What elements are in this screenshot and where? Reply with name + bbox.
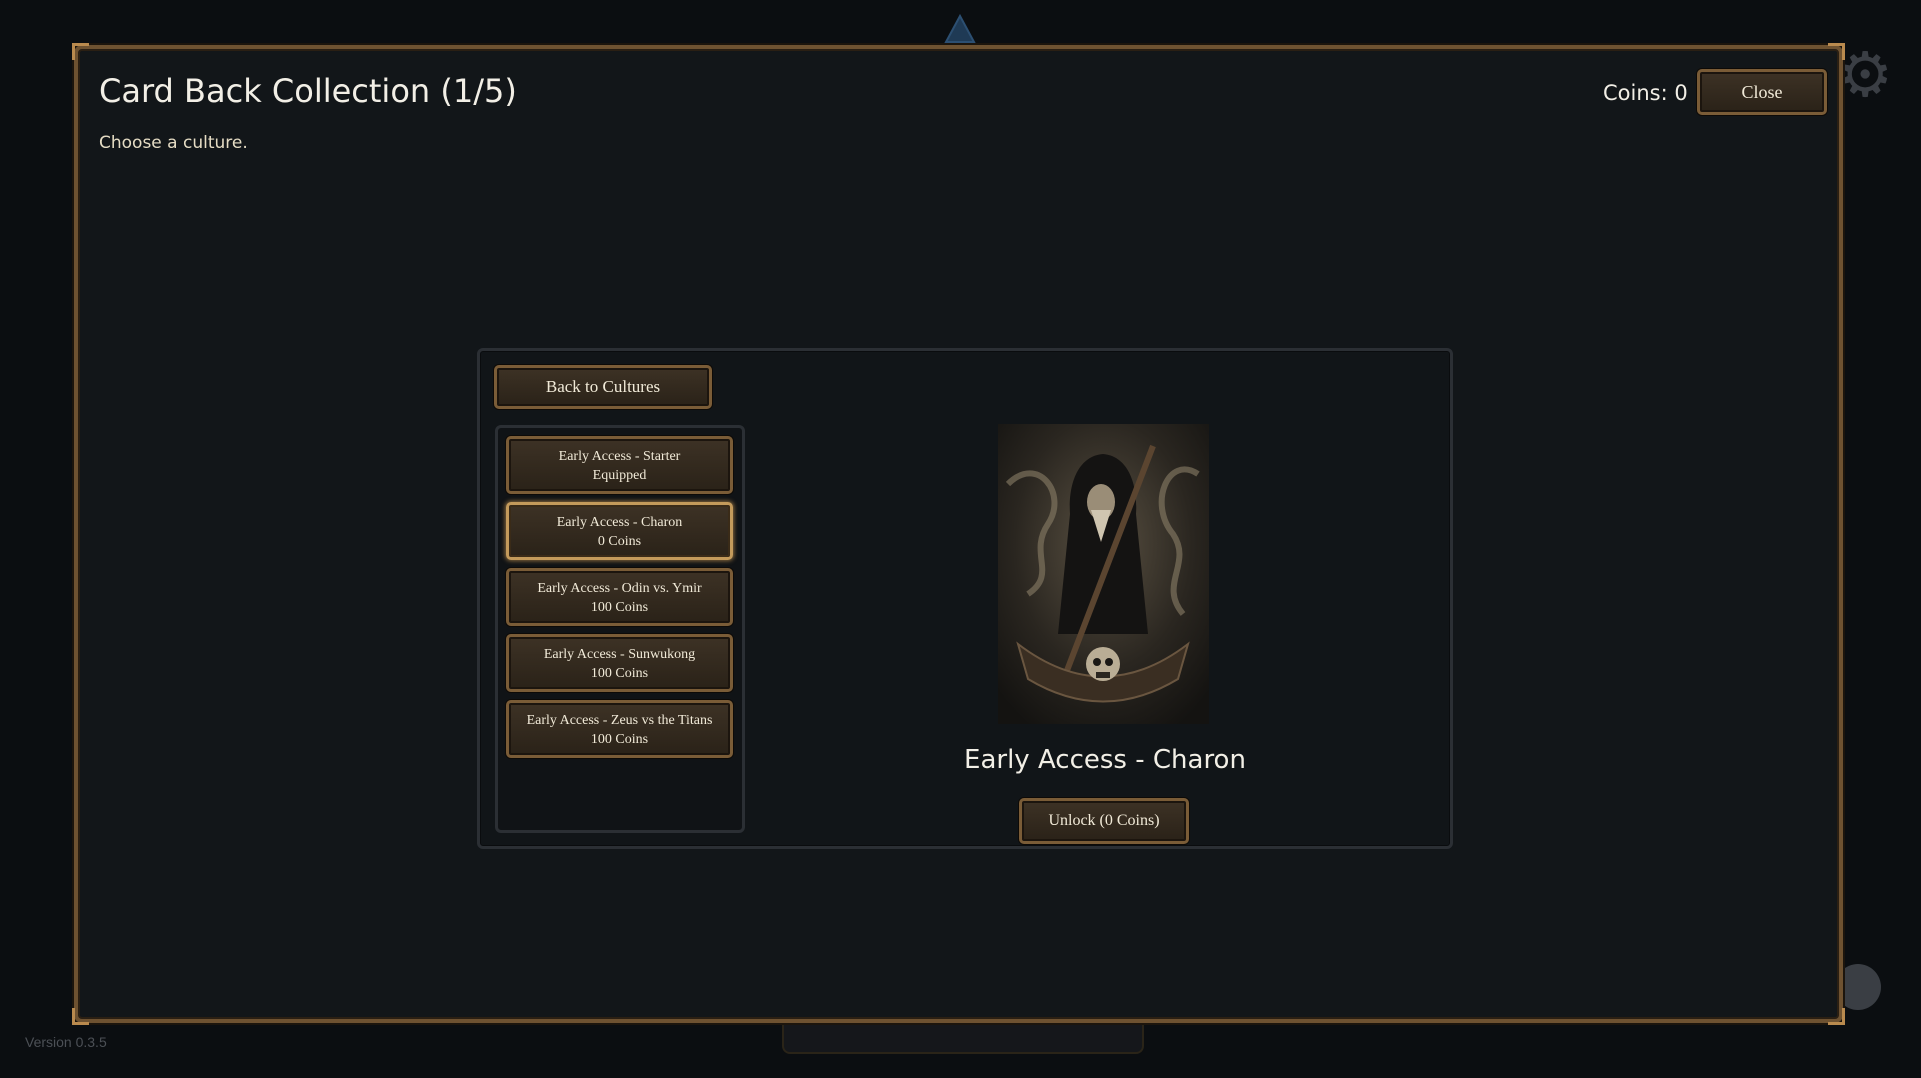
list-item-name: Early Access - Charon <box>556 515 683 530</box>
settings-gear-icon[interactable]: ⚙ <box>1837 44 1893 106</box>
list-item-odin-vs-ymir[interactable]: Early Access - Odin vs. Ymir 100 Coins <box>506 568 733 626</box>
list-item-status: 100 Coins <box>590 732 649 747</box>
selected-card-back-name: Early Access - Charon <box>964 745 1246 775</box>
list-item-name: Early Access - Odin vs. Ymir <box>537 581 702 596</box>
frame-corner <box>1828 1008 1845 1025</box>
card-back-list[interactable]: Early Access - Starter Equipped Early Ac… <box>495 425 745 833</box>
top-ornament-icon <box>944 14 976 43</box>
list-item-status: 0 Coins <box>597 534 642 549</box>
modal-title: Card Back Collection (1/5) <box>99 72 517 110</box>
close-button[interactable]: Close <box>1697 69 1827 115</box>
modal-subtitle: Choose a culture. <box>99 133 248 153</box>
unlock-button[interactable]: Unlock (0 Coins) <box>1019 798 1189 844</box>
card-back-panel: Back to Cultures Early Access - Starter … <box>477 348 1453 849</box>
list-item-starter[interactable]: Early Access - Starter Equipped <box>506 436 733 494</box>
quit-button-background <box>782 1022 1144 1054</box>
list-item-sunwukong[interactable]: Early Access - Sunwukong 100 Coins <box>506 634 733 692</box>
list-item-charon[interactable]: Early Access - Charon 0 Coins <box>506 502 733 560</box>
list-item-status: 100 Coins <box>590 600 649 615</box>
list-item-name: Early Access - Starter <box>558 449 681 464</box>
frame-corner <box>72 43 89 60</box>
list-item-name: Early Access - Zeus vs the Titans <box>526 713 713 728</box>
list-item-name: Early Access - Sunwukong <box>543 647 696 662</box>
version-label: Version 0.3.5 <box>25 1034 107 1050</box>
frame-corner <box>72 1008 89 1025</box>
list-item-zeus-vs-titans[interactable]: Early Access - Zeus vs the Titans 100 Co… <box>506 700 733 758</box>
list-item-status: 100 Coins <box>590 666 649 681</box>
frame-corner <box>1828 43 1845 60</box>
coins-counter: Coins: 0 <box>1603 81 1688 105</box>
card-back-collection-modal: Card Back Collection (1/5) Choose a cult… <box>72 43 1845 1025</box>
back-to-cultures-button[interactable]: Back to Cultures <box>494 365 712 409</box>
list-item-status: Equipped <box>592 468 647 483</box>
card-back-preview-image <box>998 424 1209 724</box>
